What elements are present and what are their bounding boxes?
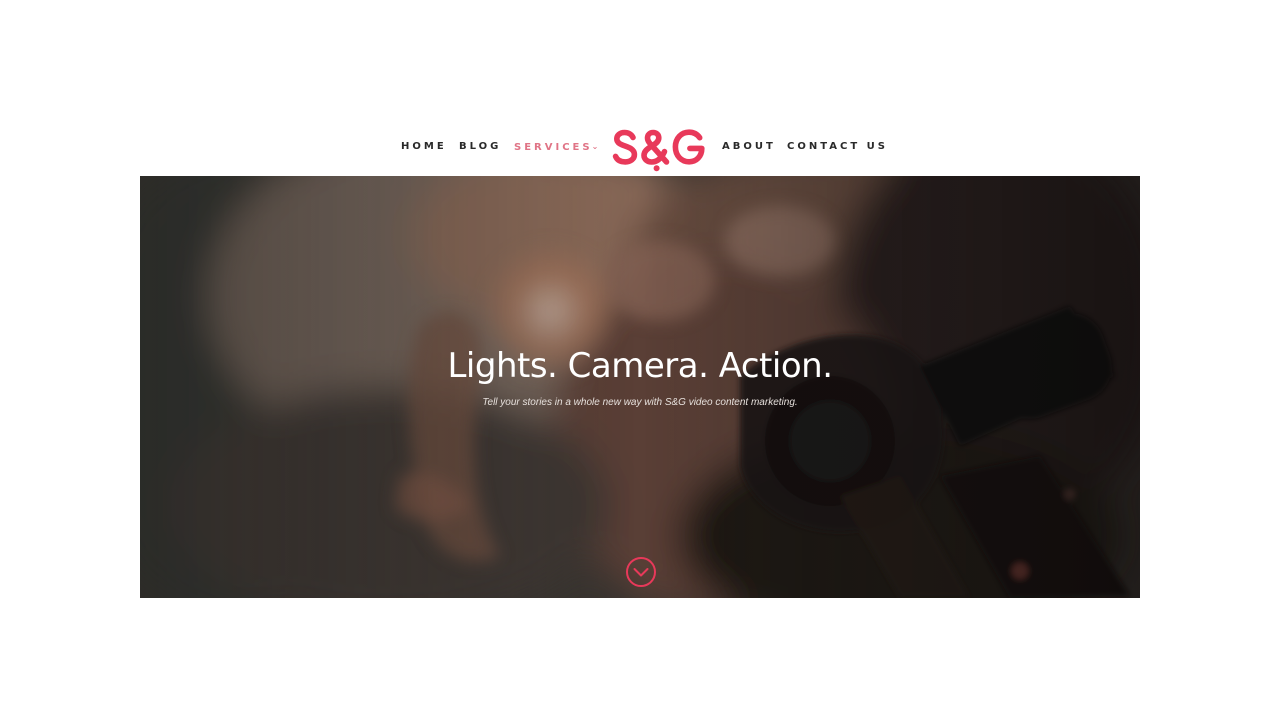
nav-item-about[interactable]: ABOUT bbox=[722, 142, 776, 152]
hero-subtitle: Tell your stories in a whole new way wit… bbox=[482, 397, 798, 408]
chevron-down-circle-icon[interactable] bbox=[625, 556, 657, 588]
hero-section: Lights. Camera. Action. Tell your storie… bbox=[140, 176, 1140, 598]
chevron-down-icon: ⌄ bbox=[591, 142, 599, 151]
nav-item-blog[interactable]: BLOG bbox=[459, 142, 501, 152]
hero-title: Lights. Camera. Action. bbox=[447, 346, 833, 386]
nav-item-home[interactable]: HOME bbox=[401, 142, 447, 152]
hero-background-image bbox=[140, 176, 1140, 598]
main-navigation: HOME BLOG SERVICES⌄ ABOUT CONTACT US bbox=[0, 122, 1280, 176]
nav-item-services-label: SERVICES bbox=[514, 142, 593, 153]
nav-item-contact-us[interactable]: CONTACT US bbox=[787, 142, 888, 152]
site-logo[interactable] bbox=[612, 124, 706, 172]
nav-item-services[interactable]: SERVICES⌄ bbox=[514, 142, 598, 153]
